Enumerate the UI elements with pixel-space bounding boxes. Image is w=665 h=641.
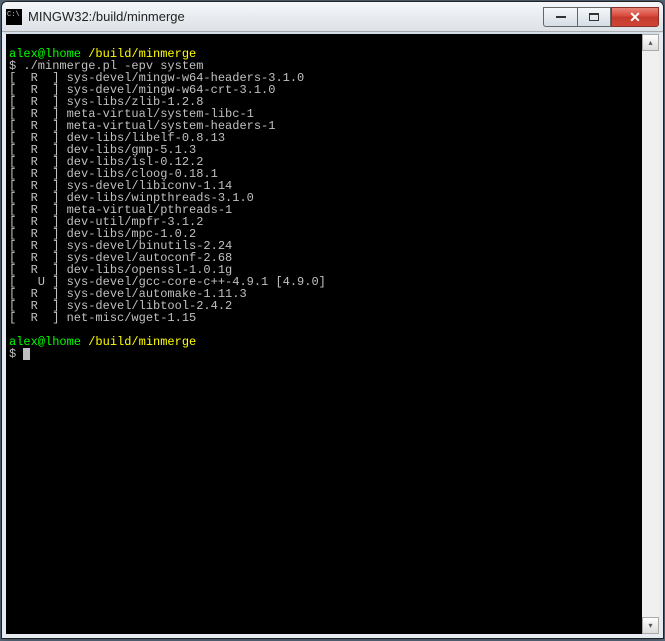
minimize-icon xyxy=(556,15,566,18)
terminal-icon xyxy=(6,9,22,25)
close-icon: ✕ xyxy=(629,10,641,24)
scroll-up-button[interactable]: ▴ xyxy=(642,34,659,51)
maximize-icon xyxy=(589,13,599,21)
minimize-button[interactable] xyxy=(543,7,577,27)
prompt-path: /build/minmerge xyxy=(88,335,196,349)
terminal-output[interactable]: alex@lhome /build/minmerge $ ./minmerge.… xyxy=(6,34,642,634)
titlebar[interactable]: MINGW32:/build/minmerge ✕ xyxy=(2,2,663,32)
close-button[interactable]: ✕ xyxy=(611,7,659,27)
terminal-container: alex@lhome /build/minmerge $ ./minmerge.… xyxy=(2,32,663,638)
scrollbar[interactable]: ▴ ▾ xyxy=(642,34,659,634)
window-controls: ✕ xyxy=(543,7,659,27)
prompt-line: $ xyxy=(9,347,23,361)
scroll-down-button[interactable]: ▾ xyxy=(642,617,659,634)
maximize-button[interactable] xyxy=(577,7,611,27)
package-line: [ R ] net-misc/wget-1.15 xyxy=(9,311,196,325)
cursor xyxy=(23,348,30,360)
app-window: MINGW32:/build/minmerge ✕ alex@lhome /bu… xyxy=(1,1,664,639)
window-title: MINGW32:/build/minmerge xyxy=(28,9,543,24)
